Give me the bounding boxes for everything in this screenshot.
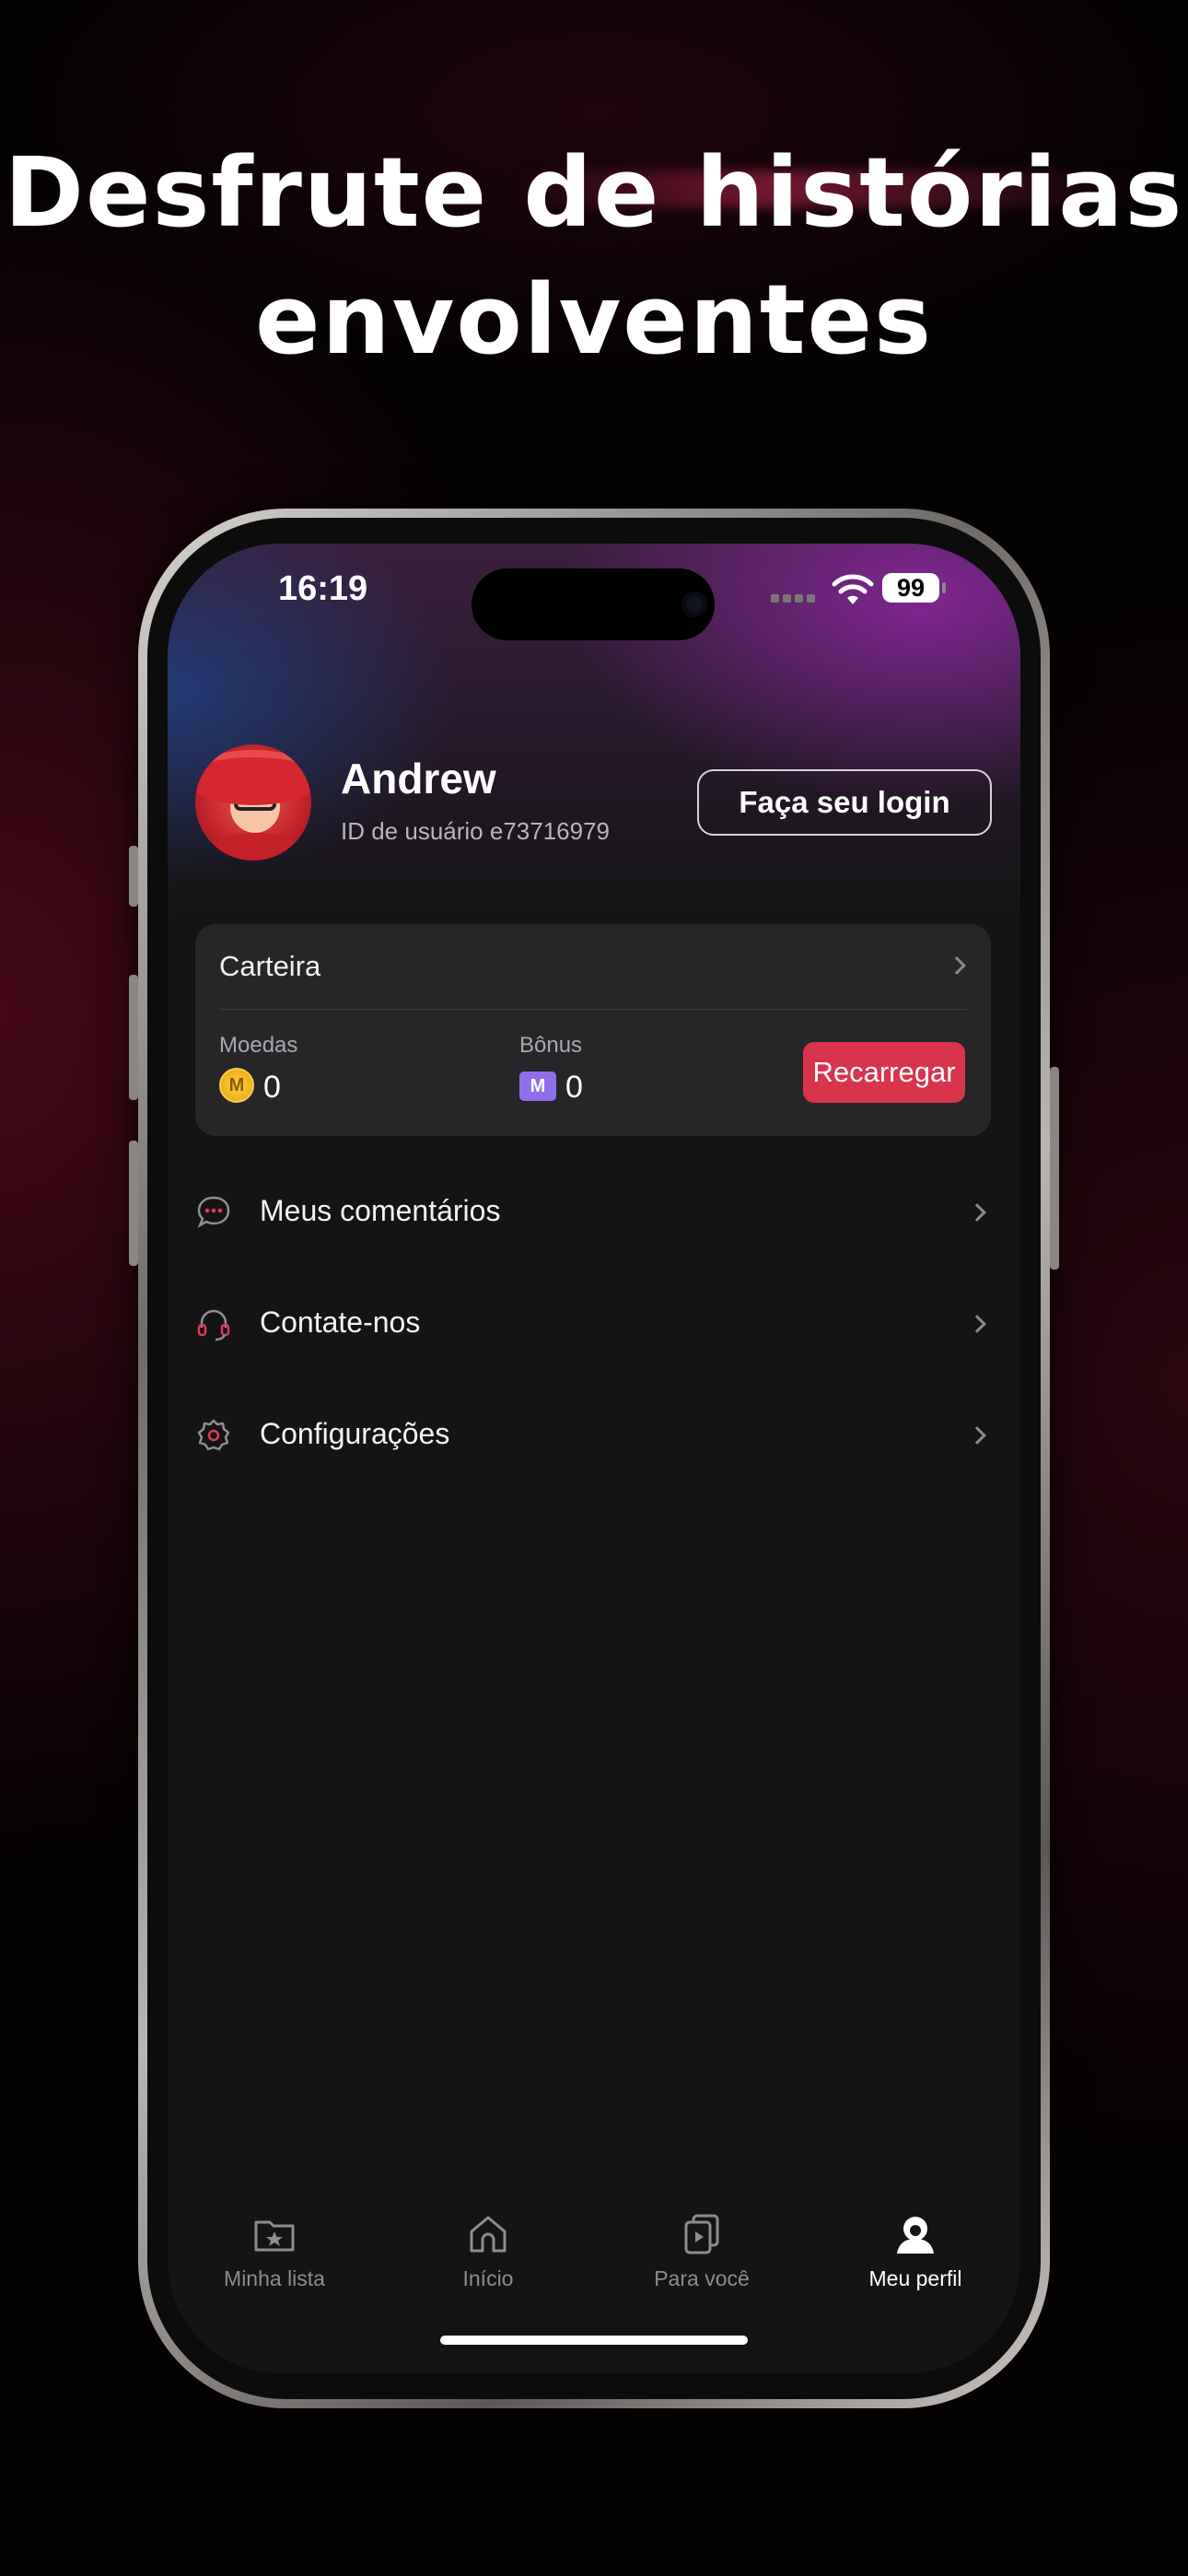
- menu-item-label: Contate-nos: [260, 1306, 421, 1339]
- wallet-divider: [219, 1009, 967, 1010]
- recharge-button[interactable]: Recarregar: [803, 1042, 965, 1103]
- chevron-right-icon: [968, 1426, 986, 1445]
- tab-label: Meu perfil: [868, 2266, 962, 2290]
- phone-screen: 16:19 99 Andrew ID de usuário e73716979 …: [168, 544, 1020, 2373]
- coin-icon-letter: M: [228, 1074, 245, 1095]
- wallet-chevron-right-icon[interactable]: [948, 956, 966, 975]
- play-cards-icon: [684, 2214, 719, 2254]
- ticket-icon-letter: M: [530, 1075, 546, 1096]
- comment-icon: [197, 1196, 230, 1228]
- volume-up-button: [129, 975, 138, 1100]
- settings-gear-icon: [197, 1419, 230, 1451]
- profile-icon: [897, 2217, 934, 2254]
- avatar[interactable]: [195, 744, 311, 861]
- menu-item-contact[interactable]: Contate-nos: [195, 1278, 991, 1370]
- coin-icon: M: [219, 1068, 254, 1103]
- power-button: [1050, 1067, 1059, 1270]
- bottom-tab-bar: Minha lista Início Para você Meu perfil: [168, 2211, 1020, 2313]
- user-id: ID de usuário e73716979: [341, 817, 611, 845]
- bonus-label: Bônus: [519, 1033, 583, 1058]
- chevron-right-icon: [968, 1203, 986, 1222]
- menu-item-label: Configurações: [260, 1417, 450, 1450]
- battery-icon: 99: [882, 573, 946, 603]
- chevron-right-icon: [968, 1315, 986, 1333]
- avatar-shoulder: [204, 833, 306, 861]
- avatar-hat: [195, 750, 311, 805]
- volume-down-button: [129, 1141, 138, 1266]
- battery-level: 99: [896, 573, 926, 602]
- camera-icon: [681, 591, 707, 617]
- tab-for-you[interactable]: Para você: [595, 2211, 809, 2313]
- tab-label: Início: [462, 2266, 514, 2290]
- user-name: Andrew: [341, 755, 496, 802]
- tab-label: Para você: [654, 2266, 750, 2290]
- headline-line-2: envolventes: [255, 263, 933, 376]
- dynamic-island: [472, 568, 715, 640]
- folder-star-icon: [254, 2220, 295, 2252]
- status-time: 16:19: [278, 569, 368, 608]
- menu-item-settings[interactable]: Configurações: [195, 1389, 991, 1481]
- coins-value: 0: [263, 1070, 281, 1105]
- tab-label: Minha lista: [224, 2266, 325, 2290]
- bonus-ticket-icon: M: [519, 1071, 556, 1101]
- home-icon: [470, 2216, 507, 2253]
- wifi-icon: [832, 574, 874, 604]
- wallet-title[interactable]: Carteira: [219, 950, 320, 983]
- wallet-card: Carteira Moedas M 0 Bônus M 0 Recarregar: [195, 924, 991, 1136]
- headline-line-1: Desfrute de histórias: [4, 136, 1184, 249]
- login-button[interactable]: Faça seu login: [697, 769, 992, 836]
- tab-my-profile[interactable]: Meu perfil: [809, 2211, 1020, 2313]
- silent-switch: [129, 846, 138, 907]
- headset-icon: [197, 1309, 230, 1341]
- home-indicator[interactable]: [440, 2336, 748, 2345]
- menu-item-label: Meus comentários: [260, 1194, 501, 1227]
- promo-headline: Desfrute de histórias envolventes: [0, 129, 1188, 383]
- coins-label: Moedas: [219, 1033, 298, 1058]
- tab-home[interactable]: Início: [381, 2211, 595, 2313]
- signal-icon: [771, 594, 815, 603]
- menu-item-comments[interactable]: Meus comentários: [195, 1166, 991, 1259]
- tab-my-list[interactable]: Minha lista: [168, 2211, 381, 2313]
- bonus-value: 0: [565, 1070, 583, 1105]
